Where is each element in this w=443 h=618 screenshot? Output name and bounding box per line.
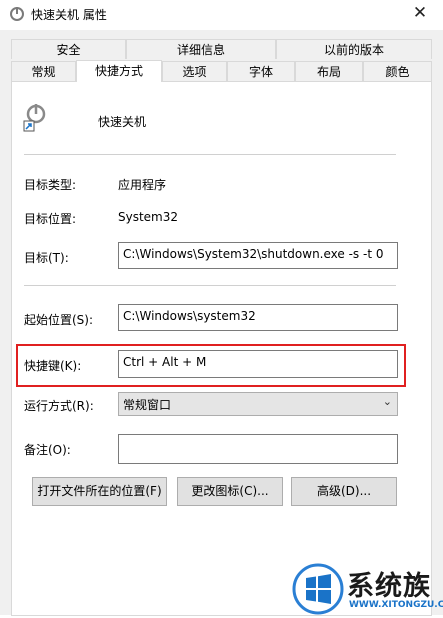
target-location-label: 目标位置: <box>24 212 77 226</box>
start-in-field[interactable]: C:\Windows\system32 <box>118 304 398 331</box>
watermark-brand: 系统族 <box>347 571 431 602</box>
watermark-logo: 系统族 WWW.XITONGZU.COM <box>291 560 443 615</box>
close-button[interactable]: ✕ <box>397 0 443 28</box>
target-type-value: 应用程序 <box>118 178 167 192</box>
start-in-label: 起始位置(S): <box>24 313 94 327</box>
target-field[interactable]: C:\Windows\System32\shutdown.exe -s -t 0 <box>118 242 398 269</box>
open-file-location-button[interactable]: 打开文件所在的位置(F) <box>32 477 167 506</box>
tab-layout[interactable]: 布局 <box>295 61 363 81</box>
hotkey-highlight-box <box>16 344 406 387</box>
tab-security[interactable]: 安全 <box>11 39 126 59</box>
run-mode-select[interactable]: 常规窗口 ⌄ <box>118 392 398 416</box>
shortcut-app-icon <box>10 7 24 21</box>
title-bar: 快速关机 属性 ✕ <box>0 0 443 30</box>
comment-field[interactable] <box>118 434 398 464</box>
dialog-client: 安全 详细信息 以前的版本 常规 快捷方式 选项 字体 布局 颜色 快速关机 目… <box>0 30 443 616</box>
advanced-button[interactable]: 高级(D)... <box>291 477 397 506</box>
run-mode-value: 常规窗口 <box>123 398 172 412</box>
change-icon-button[interactable]: 更改图标(C)... <box>177 477 283 506</box>
watermark-url: WWW.XITONGZU.COM <box>349 600 443 610</box>
tab-details[interactable]: 详细信息 <box>126 39 276 59</box>
tab-previous-versions[interactable]: 以前的版本 <box>276 39 432 59</box>
run-label: 运行方式(R): <box>24 399 94 413</box>
target-type-label: 目标类型: <box>24 178 77 192</box>
window-title: 快速关机 属性 <box>31 8 107 22</box>
tab-general[interactable]: 常规 <box>11 61 76 81</box>
target-label: 目标(T): <box>24 251 69 265</box>
chevron-down-icon: ⌄ <box>382 395 392 408</box>
target-location-value: System32 <box>118 210 179 224</box>
tab-font[interactable]: 字体 <box>227 61 295 81</box>
close-icon: ✕ <box>412 3 428 23</box>
divider <box>24 285 396 286</box>
shortcut-name[interactable]: 快速关机 <box>98 113 146 130</box>
tab-options[interactable]: 选项 <box>162 61 227 81</box>
shortcut-icon <box>23 104 46 132</box>
tab-shortcut[interactable]: 快捷方式 <box>76 60 162 82</box>
comment-label: 备注(O): <box>24 443 71 457</box>
divider <box>24 154 396 155</box>
shortcut-panel: 快速关机 目标类型: 应用程序 目标位置: System32 目标(T): C:… <box>11 81 432 616</box>
tab-colors[interactable]: 颜色 <box>363 61 432 81</box>
